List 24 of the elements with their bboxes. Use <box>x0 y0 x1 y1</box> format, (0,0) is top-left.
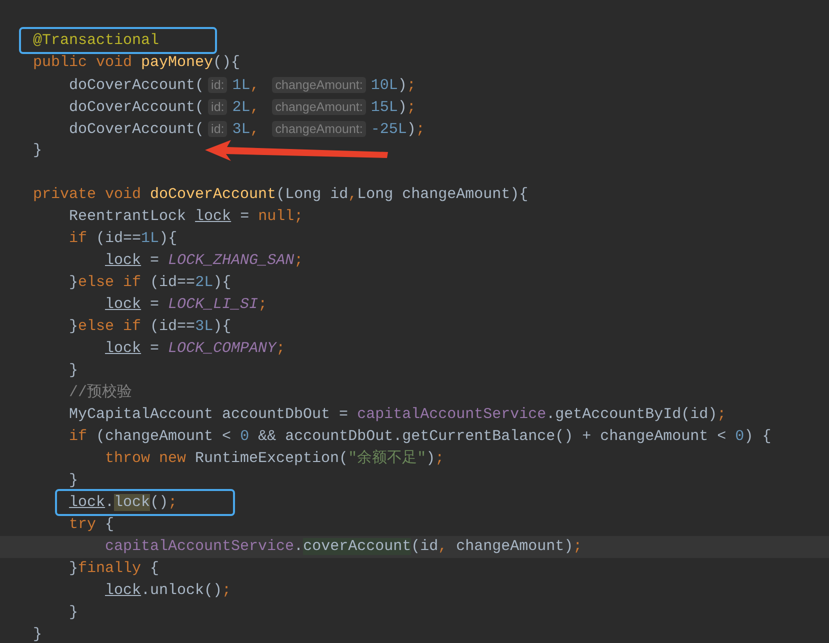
code-line: }finally { <box>68 559 160 579</box>
code-line: } <box>68 603 80 623</box>
code-line: try { <box>68 515 116 535</box>
code-line: MyCapitalAccount accountDbOut = capitalAccountService.getAccountById(id); <box>68 405 728 425</box>
code-line: throw new RuntimeException("余额不足"); <box>104 448 446 469</box>
code-line: } <box>68 361 80 381</box>
code-line: doCoverAccount( id: 3L, changeAmount: -25L); <box>68 120 426 140</box>
code-line: lock = LOCK_LI_SI; <box>104 295 268 315</box>
code-line: } <box>32 141 44 161</box>
code-line: //预校验 <box>68 382 134 403</box>
code-line: if (id==1L){ <box>68 229 178 249</box>
code-line: if (changeAmount < 0 && accountDbOut.getCurrentBalance() + changeAmount < 0) { <box>68 427 772 447</box>
code-line: private void doCoverAccount(Long id,Long changeAmount){ <box>32 185 530 205</box>
code-line: } <box>68 471 80 491</box>
code-line: }else if (id==2L){ <box>68 273 232 293</box>
code-line: doCoverAccount( id: 2L, changeAmount: 15L); <box>68 98 417 118</box>
code-line: lock = LOCK_ZHANG_SAN; <box>104 251 304 271</box>
code-line: lock = LOCK_COMPANY; <box>104 339 286 359</box>
code-line: lock.unlock(); <box>104 581 232 601</box>
code-line: doCoverAccount( id: 1L, changeAmount: 10L); <box>68 76 417 96</box>
code-line: } <box>32 625 44 643</box>
code-line: }else if (id==3L){ <box>68 317 232 337</box>
code-line: ReentrantLock lock = null; <box>68 207 304 227</box>
code-line: public void payMoney(){ <box>32 53 242 73</box>
